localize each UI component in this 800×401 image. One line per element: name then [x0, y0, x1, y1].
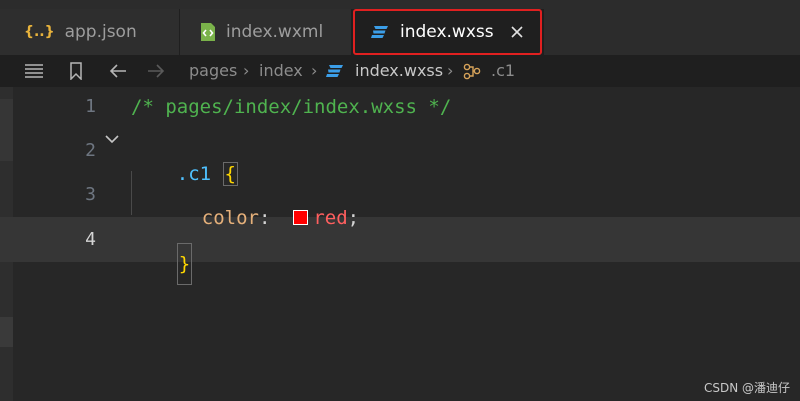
- css-property: color: [201, 207, 259, 229]
- colon: :: [258, 207, 271, 229]
- line-number: 2: [85, 140, 96, 161]
- breadcrumb: pages › index › index.wxss › .c1: [0, 55, 800, 87]
- tab-index-wxml[interactable]: index.wxml: [180, 9, 352, 55]
- breadcrumb-item-index[interactable]: index: [259, 61, 303, 81]
- tab-label: app.json: [64, 22, 137, 42]
- breadcrumb-item-selector[interactable]: .c1: [491, 61, 515, 81]
- line-number-active: 4: [85, 229, 96, 250]
- breadcrumb-separator: ›: [243, 61, 250, 80]
- window-top-strip: [0, 0, 800, 9]
- css-value: red: [313, 207, 348, 229]
- tab-label: index.wxss: [400, 22, 494, 42]
- back-arrow-icon[interactable]: [108, 61, 128, 81]
- breadcrumb-separator: ›: [311, 61, 318, 80]
- line-number: 3: [85, 184, 96, 205]
- css-file-icon: [370, 24, 390, 40]
- open-brace: {: [222, 162, 238, 186]
- fold-chevron-icon[interactable]: [104, 131, 120, 147]
- css-file-icon: [325, 61, 345, 81]
- wxml-file-icon: [200, 22, 216, 42]
- tab-app-json[interactable]: {..} app.json: [0, 9, 180, 55]
- close-brace: }: [176, 243, 193, 285]
- forward-arrow-icon[interactable]: [146, 61, 166, 81]
- watermark: CSDN @潘迪仔: [703, 381, 790, 395]
- css-selector: .c1: [176, 163, 223, 185]
- code-line-4: }: [131, 230, 193, 307]
- tab-bar: {..} app.json index.wxml index.wxss: [0, 9, 800, 55]
- json-braces-icon: {..}: [24, 24, 55, 40]
- current-line-highlight: [0, 217, 800, 262]
- tab-label: index.wxml: [226, 22, 324, 42]
- semicolon: ;: [347, 207, 360, 229]
- code-comment: /* pages/index/index.wxss */: [131, 96, 452, 118]
- symbol-class-icon: [462, 61, 482, 81]
- color-swatch[interactable]: [293, 210, 309, 225]
- line-number: 1: [85, 96, 96, 117]
- tab-index-wxss[interactable]: index.wxss: [352, 9, 544, 55]
- bookmark-icon[interactable]: [66, 61, 86, 81]
- list-icon[interactable]: [24, 61, 44, 81]
- code-editor[interactable]: 1 2 3 4 /* pages/index/index.wxss */ .c1…: [0, 87, 800, 401]
- breadcrumb-separator: ›: [447, 61, 454, 80]
- breadcrumb-item-pages[interactable]: pages: [189, 61, 237, 81]
- close-icon[interactable]: [508, 23, 526, 41]
- breadcrumb-item-file[interactable]: index.wxss: [355, 61, 443, 81]
